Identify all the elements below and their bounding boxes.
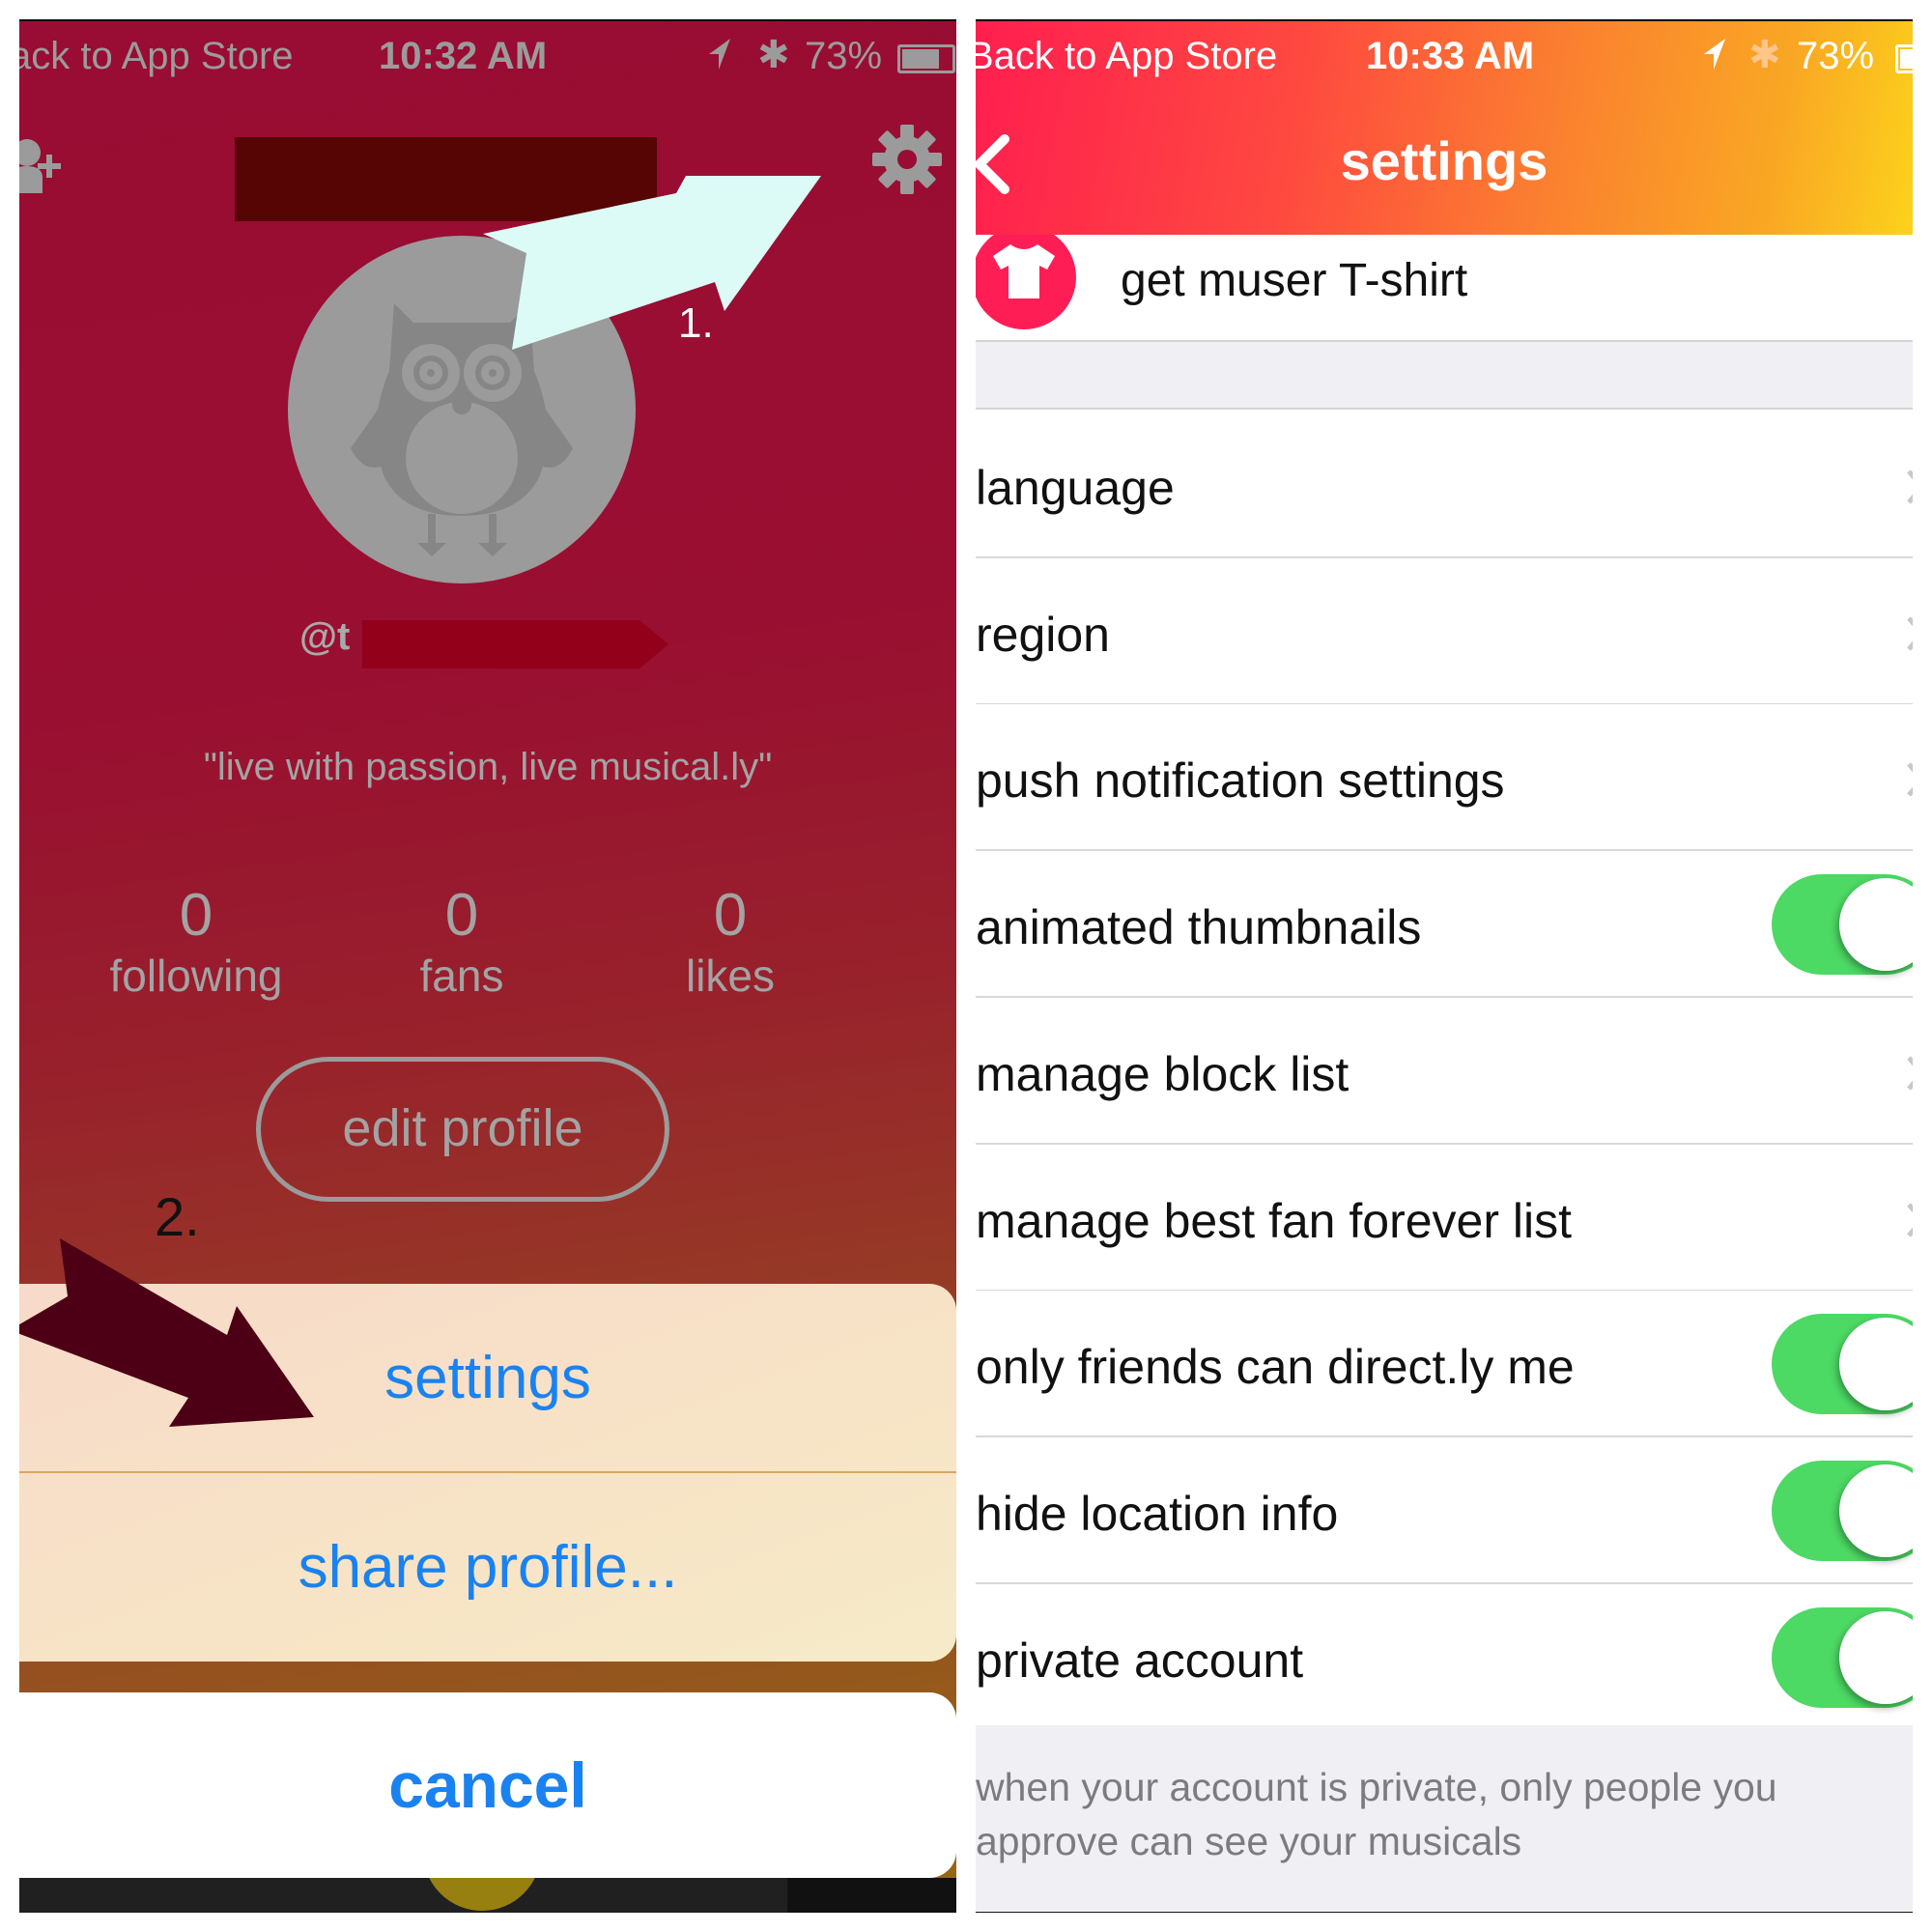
profile-bio: "live with passion, live musical.ly"	[203, 746, 773, 788]
status-bar: Back to App Store 10:33 AM ✱ 73%	[976, 21, 1913, 93]
annotation-arrow-1	[483, 176, 821, 350]
chevron-right-icon	[1907, 469, 1913, 504]
section-gap	[976, 342, 1913, 410]
battery-icon	[1895, 44, 1913, 73]
settings-row[interactable]: animated thumbnails	[976, 851, 1913, 999]
settings-row-label: language	[976, 461, 1175, 515]
stat-value: 0	[444, 882, 479, 949]
stat-value: 0	[713, 882, 748, 949]
get-tshirt-row[interactable]: get muser T-shirt	[976, 225, 1913, 342]
settings-row-label: manage best fan forever list	[976, 1193, 1572, 1248]
battery-icon	[897, 44, 955, 73]
action-sheet-share-profile[interactable]: share profile...	[19, 1473, 956, 1662]
tab-bar	[19, 1820, 956, 1913]
settings-row[interactable]: push notification settings	[976, 704, 1913, 852]
bluetooth-icon: ✱	[757, 34, 790, 76]
add-user-icon[interactable]	[19, 135, 68, 197]
annotation-arrow-2	[19, 1238, 314, 1427]
annotation-step-1: 1.	[678, 299, 714, 347]
bluetooth-icon: ✱	[1748, 34, 1781, 76]
settings-row[interactable]: hide location info	[976, 1436, 1913, 1584]
stat-following[interactable]: 0 following	[71, 881, 322, 1001]
settings-row-label: region	[976, 607, 1110, 662]
settings-row-label: private account	[976, 1633, 1304, 1688]
edit-profile-button[interactable]: edit profile	[256, 1057, 669, 1202]
tshirt-icon	[976, 225, 1076, 329]
stat-fans[interactable]: 0 fans	[336, 881, 587, 1001]
settings-row[interactable]: manage best fan forever list	[976, 1144, 1913, 1292]
settings-row-label: manage block list	[976, 1046, 1350, 1101]
stat-likes[interactable]: 0 likes	[605, 881, 856, 1001]
status-time: 10:32 AM	[379, 35, 548, 77]
chevron-right-icon	[1907, 1202, 1913, 1237]
settings-row-label: animated thumbnails	[976, 900, 1422, 955]
toggle-knob	[1839, 878, 1913, 972]
battery-percent: 73%	[805, 35, 883, 77]
stat-label: fans	[419, 951, 504, 1001]
stat-value: 0	[179, 882, 213, 949]
toggle-switch[interactable]	[1772, 874, 1913, 976]
tshirt-label: get muser T-shirt	[1121, 255, 1468, 306]
settings-row[interactable]: language	[976, 412, 1913, 558]
redacted-handle	[362, 620, 668, 668]
footer-note: when your account is private, only peopl…	[976, 1765, 1777, 1863]
toggle-knob	[1839, 1318, 1913, 1411]
toggle-switch[interactable]	[1772, 1606, 1913, 1708]
settings-screen: Back to App Store 10:33 AM ✱ 73% setting…	[976, 19, 1913, 1913]
profile-handle: @t	[299, 615, 351, 658]
profile-screen: ack to App Store 10:32 AM ✱ 73% 1. @t "l…	[19, 19, 956, 1913]
settings-row[interactable]: private account	[976, 1583, 1913, 1731]
nav-bar: Back to App Store 10:33 AM ✱ 73% setting…	[976, 21, 1913, 235]
status-time: 10:33 AM	[1366, 35, 1535, 77]
status-bar: ack to App Store 10:32 AM ✱ 73%	[19, 21, 956, 93]
toggle-switch[interactable]	[1772, 1314, 1913, 1415]
settings-row-label: push notification settings	[976, 753, 1505, 809]
chevron-right-icon	[1907, 762, 1913, 798]
battery-fill	[902, 49, 939, 69]
settings-row[interactable]: region	[976, 557, 1913, 705]
settings-row-label: hide location info	[976, 1486, 1339, 1541]
back-to-app-store-link[interactable]: Back to App Store	[976, 35, 1277, 78]
battery-fill	[1900, 49, 1913, 69]
location-arrow-icon	[709, 39, 730, 70]
settings-row[interactable]: manage block list	[976, 997, 1913, 1145]
chevron-right-icon	[1907, 1056, 1913, 1091]
toggle-knob	[1839, 1463, 1913, 1557]
toggle-knob	[1839, 1610, 1913, 1704]
back-to-app-store-link[interactable]: ack to App Store	[19, 35, 294, 78]
settings-row-label: only friends can direct.ly me	[976, 1340, 1575, 1395]
stat-label: likes	[685, 951, 776, 1001]
page-title: settings	[1340, 130, 1548, 191]
private-account-footer: when your account is private, only peopl…	[976, 1725, 1913, 1913]
settings-row[interactable]: only friends can direct.ly me	[976, 1291, 1913, 1438]
battery-percent: 73%	[1797, 35, 1875, 77]
action-sheet-cancel-button[interactable]: cancel	[19, 1692, 956, 1878]
chevron-right-icon	[1907, 616, 1913, 651]
location-arrow-icon	[1704, 39, 1725, 70]
gear-icon[interactable]	[871, 124, 943, 195]
stat-label: following	[109, 951, 283, 1001]
toggle-switch[interactable]	[1772, 1460, 1913, 1561]
